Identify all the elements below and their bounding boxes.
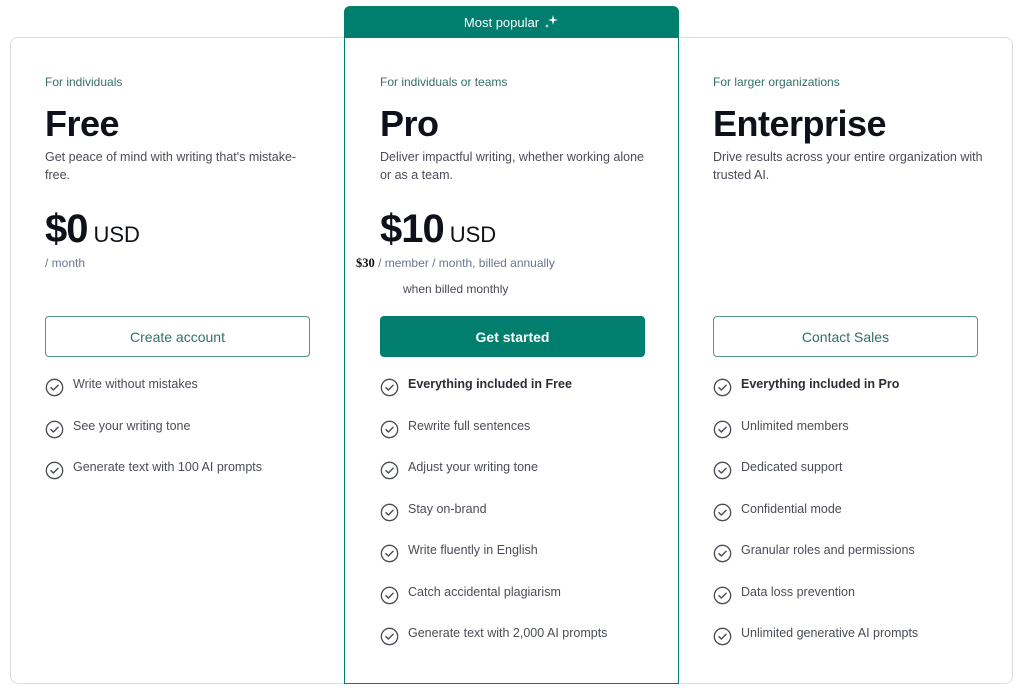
check-circle-icon — [713, 378, 732, 397]
check-circle-icon — [713, 627, 732, 646]
check-circle-icon — [45, 461, 64, 480]
check-circle-icon — [713, 461, 732, 480]
check-circle-icon — [380, 586, 399, 604]
badge-label: Most popular — [463, 14, 540, 30]
price-currency: USD — [93, 222, 140, 247]
feature-item: Generate text with 100 AI prompts — [45, 460, 335, 502]
price-amount: $10 — [380, 207, 445, 251]
feature-text: Everything included in Free — [408, 377, 572, 391]
price-period: $30 / member / month, billed annually — [356, 256, 555, 271]
most-popular-badge: Most popular — [344, 6, 679, 38]
feature-text: Granular roles and permissions — [741, 543, 915, 557]
plan-name: Pro — [380, 103, 439, 144]
feature-item: Write fluently in English — [380, 543, 670, 585]
plan-audience: For larger organizations — [713, 75, 840, 89]
feature-text: Write without mistakes — [73, 377, 198, 391]
plan-description: Drive results across your entire organiz… — [713, 150, 983, 182]
feature-text: Adjust your writing tone — [408, 460, 538, 474]
feature-item: See your writing tone — [45, 419, 335, 461]
check-circle-icon — [713, 503, 732, 521]
monthly-price: $30 — [356, 256, 375, 270]
check-circle-icon — [380, 461, 399, 480]
feature-item: Data loss prevention — [713, 585, 1003, 627]
check-circle-icon — [713, 586, 732, 604]
feature-list: Write without mistakes See your writing t… — [45, 377, 335, 502]
feature-text: Stay on-brand — [408, 501, 487, 516]
feature-item: Everything included in Free — [380, 377, 670, 419]
feature-text: Write fluently in English — [408, 543, 538, 557]
check-circle-icon — [45, 378, 64, 397]
feature-list: Everything included in Pro Unlimited memb… — [713, 377, 1003, 668]
pricing-page: Most popular For individuals Free Get pe… — [0, 0, 1024, 690]
feature-text: Everything included in Pro — [741, 377, 900, 391]
check-circle-icon — [713, 544, 732, 563]
plan-card-pro: For individuals or teams Pro Deliver imp… — [344, 37, 679, 684]
feature-item: Confidential mode — [713, 502, 1003, 544]
price-currency: USD — [449, 222, 497, 247]
feature-text: Unlimited members — [741, 418, 849, 433]
plan-description: Get peace of mind with writing that's mi… — [45, 150, 297, 182]
plan-price: $10 USD — [380, 207, 496, 252]
feature-item: Unlimited generative AI prompts — [713, 626, 1003, 668]
check-circle-icon — [380, 544, 399, 563]
price-amount: $0 — [45, 207, 88, 251]
feature-text: Catch accidental plagiarism — [408, 584, 561, 599]
get-started-button[interactable]: Get started — [380, 316, 645, 357]
feature-text: Confidential mode — [741, 501, 842, 516]
plan-description: Deliver impactful writing, whether worki… — [380, 150, 645, 182]
feature-text: See your writing tone — [73, 418, 191, 433]
feature-text: Generate text with 2,000 AI prompts — [408, 626, 608, 640]
feature-item: Generate text with 2,000 AI prompts — [380, 626, 670, 668]
price-period: / month — [45, 256, 86, 270]
feature-item: Write without mistakes — [45, 377, 335, 419]
feature-text: Data loss prevention — [741, 584, 855, 599]
contact-sales-button[interactable]: Contact Sales — [713, 316, 978, 357]
plan-name: Free — [45, 103, 120, 144]
plan-audience: For individuals — [45, 75, 123, 89]
feature-item: Catch accidental plagiarism — [380, 585, 670, 627]
check-circle-icon — [713, 420, 732, 438]
check-circle-icon — [45, 420, 64, 438]
feature-item: Stay on-brand — [380, 502, 670, 544]
check-circle-icon — [380, 627, 399, 646]
check-circle-icon — [380, 503, 399, 521]
feature-item: Granular roles and permissions — [713, 543, 1003, 585]
feature-text: Rewrite full sentences — [408, 418, 531, 433]
sparkle-icon — [545, 15, 559, 28]
plan-audience: For individuals or teams — [380, 75, 508, 89]
feature-item: Dedicated support — [713, 460, 1003, 502]
feature-text: Unlimited generative AI prompts — [741, 626, 919, 640]
feature-text: Dedicated support — [741, 460, 843, 474]
plan-card-free: For individuals Free Get peace of mind w… — [11, 37, 344, 684]
price-period-text: / member / month, billed annually — [378, 256, 555, 270]
feature-item: Rewrite full sentences — [380, 419, 670, 461]
plan-card-enterprise: For larger organizations Enterprise Driv… — [679, 37, 1012, 684]
feature-text: Generate text with 100 AI prompts — [73, 460, 262, 474]
check-circle-icon — [380, 378, 399, 397]
feature-list: Everything included in Free Rewrite full … — [380, 377, 670, 668]
plan-name: Enterprise — [713, 103, 887, 144]
feature-item: Unlimited members — [713, 419, 1003, 461]
plan-price: $0 USD — [45, 207, 140, 252]
create-account-button[interactable]: Create account — [45, 316, 310, 357]
check-circle-icon — [380, 420, 399, 438]
price-period-note: when billed monthly — [403, 282, 509, 296]
feature-item: Everything included in Pro — [713, 377, 1003, 419]
feature-item: Adjust your writing tone — [380, 460, 670, 502]
